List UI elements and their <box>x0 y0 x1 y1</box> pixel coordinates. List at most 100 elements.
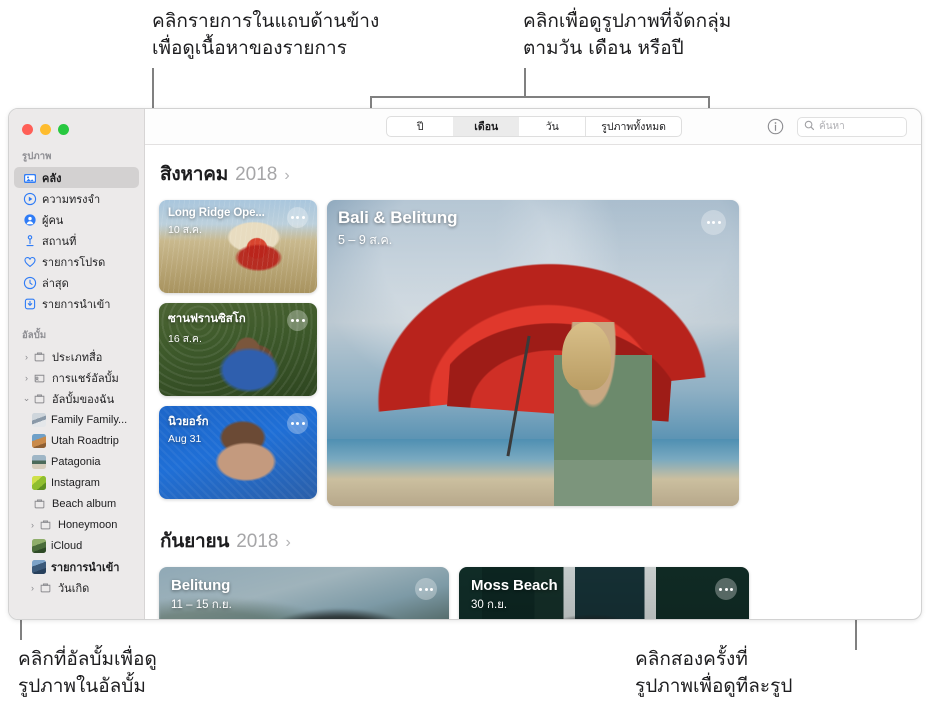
sidebar-item-places[interactable]: สถานที่ <box>14 230 139 251</box>
photo-caption: ซานฟรานซิสโก 16 ส.ค. <box>168 310 246 347</box>
folder-icon <box>32 349 47 364</box>
sidebar-item-album-icloud[interactable]: iCloud <box>14 535 139 556</box>
close-button[interactable] <box>22 124 33 135</box>
sidebar-item-label: ประเภทสื่อ <box>52 351 103 364</box>
section-header-august[interactable]: สิงหาคม 2018 › <box>160 159 921 189</box>
photo-card-belitung[interactable]: Belitung 11 – 15 ก.ย. <box>159 567 449 619</box>
chevron-down-icon[interactable]: ⌄ <box>22 393 31 404</box>
sidebar-item-album-instagram[interactable]: Instagram <box>14 472 139 493</box>
sidebar-item-album-patagonia[interactable]: Patagonia <box>14 451 139 472</box>
photo-title: ซานฟรานซิสโก <box>168 313 246 325</box>
more-options-button[interactable] <box>701 210 726 235</box>
photo-caption: Long Ridge Ope... 10 ส.ค. <box>168 207 265 238</box>
sidebar-item-media-types[interactable]: › ประเภทสื่อ <box>14 346 139 367</box>
search-placeholder: ค้นหา <box>819 121 845 132</box>
photo-caption: Belitung 11 – 15 ก.ย. <box>171 577 232 614</box>
sidebar-item-album-imports[interactable]: รายการนำเข้า <box>14 556 139 577</box>
sidebar-item-library[interactable]: คลัง <box>14 167 139 188</box>
places-pin-icon <box>22 233 37 248</box>
chevron-right-icon[interactable]: › <box>22 373 31 383</box>
album-thumbnail <box>32 412 46 427</box>
photo-library-icon <box>22 170 37 185</box>
clock-icon <box>22 275 37 290</box>
section-year: 2018 <box>236 531 279 552</box>
photo-date: 16 ส.ค. <box>168 333 202 345</box>
album-thumbnail <box>32 559 46 574</box>
more-options-button[interactable] <box>287 413 308 434</box>
sidebar-item-label: Beach album <box>52 497 117 510</box>
photo-date: 11 – 15 ก.ย. <box>171 599 232 611</box>
sidebar-item-label: การแชร์อัลบั้ม <box>52 372 119 385</box>
photo-row-august: Long Ridge Ope... 10 ส.ค. ซานฟรานซิสโก 1… <box>159 200 921 506</box>
segment-all-photos[interactable]: รูปภาพทั้งหมด <box>585 117 681 136</box>
sidebar-item-label: คลัง <box>42 172 62 185</box>
sidebar-item-label: Utah Roadtrip <box>51 434 119 447</box>
window-traffic-lights <box>9 117 144 135</box>
photo-date: 10 ส.ค. <box>168 224 202 236</box>
segment-months[interactable]: เดือน <box>453 117 520 136</box>
sidebar-item-people[interactable]: ผู้คน <box>14 209 139 230</box>
chevron-right-icon[interactable]: › <box>22 352 31 362</box>
sidebar-group-title-albums: อัลบั้ม <box>22 330 47 341</box>
album-thumbnail <box>32 538 46 553</box>
sidebar-item-memories[interactable]: ความทรงจำ <box>14 188 139 209</box>
more-options-button[interactable] <box>715 578 737 600</box>
sidebar-item-album-beach[interactable]: Beach album <box>14 493 139 514</box>
section-header-september[interactable]: กันยายน 2018 › <box>160 526 921 556</box>
sidebar-item-album-utah-roadtrip[interactable]: Utah Roadtrip <box>14 430 139 451</box>
sidebar-item-recents[interactable]: ล่าสุด <box>14 272 139 293</box>
section-year: 2018 <box>235 164 278 185</box>
sidebar-item-folder-honeymoon[interactable]: › Honeymoon <box>14 514 139 535</box>
sidebar-item-album-family[interactable]: Family Family... <box>14 409 139 430</box>
photo-title: Long Ridge Ope... <box>168 207 265 219</box>
search-input[interactable]: ค้นหา <box>797 116 907 137</box>
sidebar-item-favorites[interactable]: รายการโปรด <box>14 251 139 272</box>
sidebar-item-label: Instagram <box>51 476 100 489</box>
chevron-right-icon[interactable]: › <box>284 168 289 184</box>
sidebar-item-label: อัลบั้มของฉัน <box>52 393 115 406</box>
photo-card-bali-belitung[interactable]: Bali & Belitung 5 – 9 ส.ค. <box>327 200 739 506</box>
callout-grouping-text: คลิกเพื่อดูรูปภาพที่จัดกลุ่ม ตามวัน เดือ… <box>523 10 732 59</box>
album-thumbnail <box>32 454 46 469</box>
photo-title: Belitung <box>171 577 231 594</box>
more-options-button[interactable] <box>287 207 308 228</box>
callout-albums-text: คลิกที่อัลบั้มเพื่อดู รูปภาพในอัลบั้ม <box>18 648 157 697</box>
sidebar: รูปภาพ คลัง ความทรงจำ ผู้คน สถานที่ รายก… <box>9 109 145 619</box>
sidebar-group-title-photos: รูปภาพ <box>22 151 52 162</box>
segment-years[interactable]: ปี <box>387 117 453 136</box>
shared-album-icon <box>32 370 47 385</box>
sidebar-item-label: ล่าสุด <box>42 277 69 290</box>
photos-app-window: รูปภาพ คลัง ความทรงจำ ผู้คน สถานที่ รายก… <box>8 108 922 620</box>
photo-card-san-francisco[interactable]: ซานฟรานซิสโก 16 ส.ค. <box>159 303 317 396</box>
segment-days[interactable]: วัน <box>519 117 585 136</box>
photo-card-moss-beach[interactable]: Moss Beach 30 ก.ย. <box>459 567 749 619</box>
photo-card-new-york[interactable]: นิวยอร์ก Aug 31 <box>159 406 317 499</box>
sidebar-item-label: สถานที่ <box>42 235 77 248</box>
zoom-button[interactable] <box>58 124 69 135</box>
chevron-right-icon[interactable]: › <box>286 535 291 551</box>
main-area: ปี เดือน วัน รูปภาพทั้งหมด ค้นหา สิงหาคม… <box>145 109 921 619</box>
photo-card-long-ridge[interactable]: Long Ridge Ope... 10 ส.ค. <box>159 200 317 293</box>
album-icon <box>32 496 47 511</box>
leader-line-grouping-vertical <box>524 68 526 96</box>
photo-date: 5 – 9 ส.ค. <box>338 233 393 247</box>
photo-date: 30 ก.ย. <box>471 599 508 611</box>
sidebar-item-label: Honeymoon <box>58 518 118 531</box>
sidebar-item-shared-albums[interactable]: › การแชร์อัลบั้ม <box>14 367 139 388</box>
view-mode-segmented-control[interactable]: ปี เดือน วัน รูปภาพทั้งหมด <box>386 116 682 137</box>
chevron-right-icon[interactable]: › <box>28 583 37 593</box>
heart-icon <box>22 254 37 269</box>
chevron-right-icon[interactable]: › <box>28 520 37 530</box>
minimize-button[interactable] <box>40 124 51 135</box>
sidebar-item-label: ผู้คน <box>42 214 64 227</box>
sidebar-item-imports[interactable]: รายการนำเข้า <box>14 293 139 314</box>
info-icon[interactable] <box>767 118 784 135</box>
folder-icon <box>32 391 47 406</box>
sidebar-item-label: วันเกิด <box>58 582 90 595</box>
sidebar-item-my-albums[interactable]: ⌄ อัลบั้มของฉัน <box>14 388 139 409</box>
section-month: กันยายน <box>160 531 230 552</box>
sidebar-item-folder-birthday[interactable]: › วันเกิด <box>14 577 139 598</box>
more-options-button[interactable] <box>415 578 437 600</box>
photo-caption: Moss Beach 30 ก.ย. <box>471 577 558 614</box>
more-options-button[interactable] <box>287 310 308 331</box>
